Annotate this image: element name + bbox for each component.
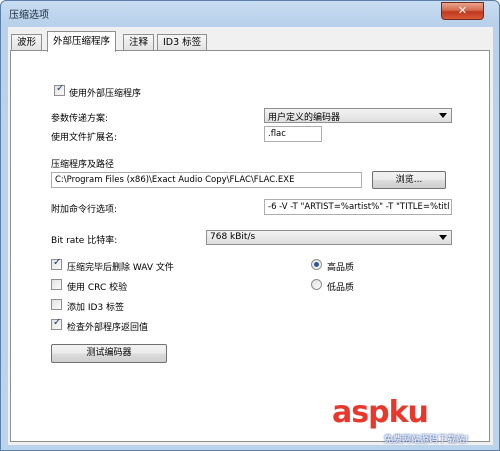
watermark-text: aspku — [332, 395, 429, 430]
use-external-label: 使用外部压缩程序 — [69, 89, 142, 99]
delete-wav-label: 压缩完毕后删除 WAV 文件 — [67, 263, 174, 273]
tab-id3[interactable]: ID3 标签 — [157, 34, 208, 51]
param-scheme-label: 参数传递方案: — [51, 114, 109, 124]
high-quality-radio[interactable] — [311, 259, 322, 270]
param-scheme-value: 用户定义的编码器 — [268, 113, 341, 123]
param-scheme-dropdown[interactable]: 用户定义的编码器 — [264, 108, 452, 123]
bitrate-dropdown[interactable]: 768 kBit/s — [206, 230, 452, 245]
close-button[interactable]: ✕ — [441, 2, 484, 20]
external-compressor-panel: 使用外部压缩程序 参数传递方案: 用户定义的编码器 使用文件扩展名: .flac… — [10, 50, 490, 442]
use-external-checkbox[interactable] — [54, 83, 65, 96]
watermark-logo: aspku 免费网站源码下载站! — [332, 395, 498, 449]
low-quality-radio[interactable] — [311, 279, 322, 290]
bitrate-label: Bit rate 比特率: — [51, 236, 118, 246]
path-label: 压缩程序及路径 — [51, 160, 115, 170]
path-input[interactable]: C:\Program Files (x86)\Exact Audio Copy\… — [51, 172, 362, 188]
extra-options-label: 附加命令行选项: — [51, 205, 118, 215]
window-title: 压缩选项 — [9, 10, 49, 21]
crc-label: 使用 CRC 校验 — [67, 283, 128, 293]
file-ext-value: .flac — [268, 129, 286, 139]
chevron-down-icon — [439, 113, 447, 118]
title-bar[interactable]: 压缩选项 ✕ — [1, 1, 499, 25]
test-encoder-button[interactable]: 测试编码器 — [51, 344, 167, 363]
chevron-down-icon — [439, 235, 447, 240]
tab-external-compressor[interactable]: 外部压缩程序 — [47, 31, 117, 52]
extra-options-value: -6 -V -T "ARTIST=%artist%" -T "TITLE=%ti… — [268, 202, 450, 212]
check-return-label: 检查外部程序返回值 — [67, 323, 149, 333]
id3-checkbox[interactable] — [51, 299, 62, 310]
tab-waveform[interactable]: 波形 — [11, 34, 43, 51]
low-quality-label: 低品质 — [327, 283, 355, 293]
path-value: C:\Program Files (x86)\Exact Audio Copy\… — [55, 175, 295, 185]
high-quality-label: 高品质 — [327, 263, 355, 273]
dialog-client: 波形 外部压缩程序 注释 ID3 标签 使用外部压缩程序 参数传递方案: 用户定… — [8, 27, 493, 445]
tab-comments[interactable]: 注释 — [123, 34, 155, 51]
crc-checkbox[interactable] — [51, 279, 62, 290]
browse-button[interactable]: 浏览... — [372, 171, 446, 189]
extra-options-input[interactable]: -6 -V -T "ARTIST=%artist%" -T "TITLE=%ti… — [264, 199, 452, 215]
file-ext-input[interactable]: .flac — [264, 126, 322, 142]
watermark-subtext: 免费网站源码下载站! — [384, 435, 469, 445]
id3-label: 添加 ID3 标签 — [67, 303, 125, 313]
delete-wav-checkbox[interactable] — [51, 257, 62, 270]
bitrate-value: 768 kBit/s — [210, 232, 256, 242]
file-ext-label: 使用文件扩展名: — [51, 133, 118, 143]
dialog-window: 压缩选项 ✕ 波形 外部压缩程序 注释 ID3 标签 使用外部压缩程序 参数传递… — [0, 0, 500, 451]
check-return-checkbox[interactable] — [51, 317, 62, 330]
